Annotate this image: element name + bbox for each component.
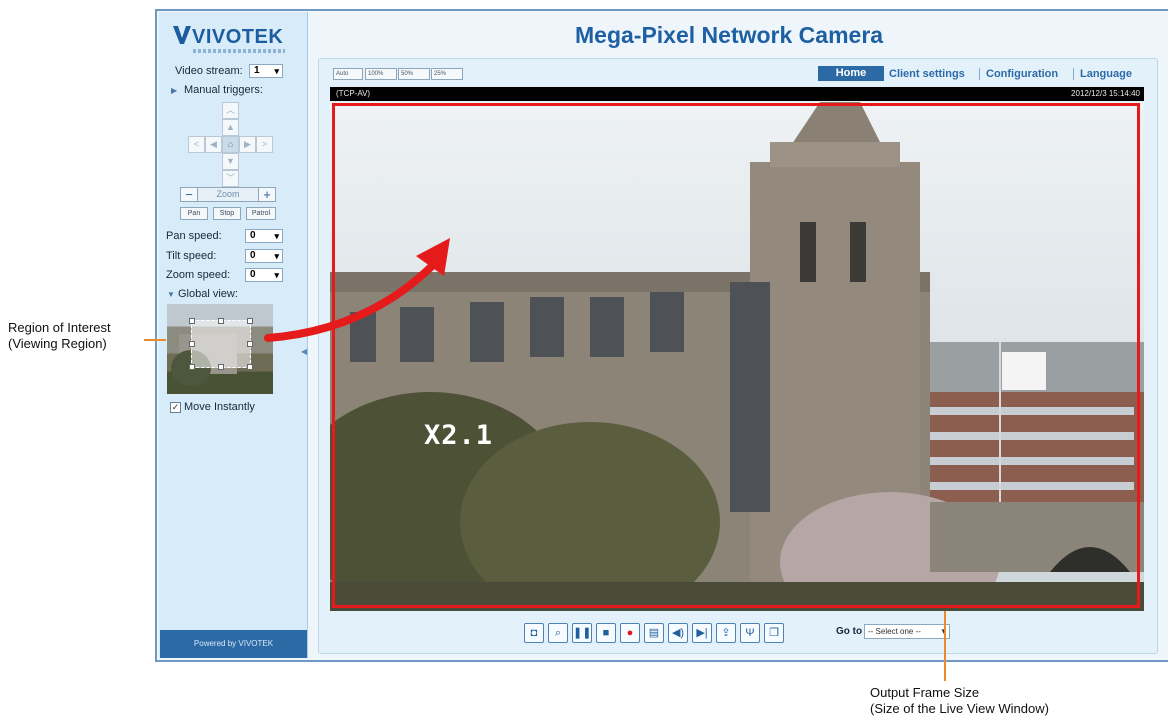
roi-annotation-title: Region of Interest	[8, 320, 111, 335]
roi-handle[interactable]	[189, 318, 195, 324]
microphone-icon[interactable]: Ψ	[740, 623, 760, 643]
roi-handle[interactable]	[218, 318, 224, 324]
home-position-button[interactable]: ⌂	[222, 136, 239, 153]
nav-home-tab[interactable]: Home	[818, 66, 884, 81]
logo-text: VIVOTEK	[192, 26, 284, 48]
pan-left-far-button[interactable]: <	[188, 136, 205, 153]
video-stream-label: Video stream:	[175, 65, 243, 77]
view-size-50-button[interactable]: 50%	[398, 68, 430, 80]
move-instantly-checkbox[interactable]: ✓	[170, 402, 181, 413]
zoom-in-button[interactable]: +	[258, 187, 276, 202]
pause-icon[interactable]: ❚❚	[572, 623, 592, 643]
pan-speed-label: Pan speed:	[166, 230, 222, 242]
region-of-interest-box[interactable]	[191, 320, 251, 368]
zoom-factor-label: X2.1	[424, 420, 494, 451]
mute-icon[interactable]: ◀)	[668, 623, 688, 643]
roi-handle[interactable]	[247, 341, 253, 347]
collapse-triangle-icon[interactable]: ▼	[167, 290, 175, 299]
fullscreen-icon[interactable]: ❐	[764, 623, 784, 643]
tilt-speed-label: Tilt speed:	[166, 250, 217, 262]
pan-left-button[interactable]: ◀	[205, 136, 222, 153]
patrol-button[interactable]: Patrol	[246, 207, 276, 220]
camera-icon[interactable]: ◘	[524, 623, 544, 643]
goto-preset-select[interactable]: -- Select one --	[864, 624, 950, 639]
pan-right-button[interactable]: ▶	[239, 136, 256, 153]
global-view-label[interactable]: Global view:	[178, 288, 238, 300]
output-frame-outline	[332, 103, 1140, 608]
move-instantly-label: Move Instantly	[184, 401, 255, 413]
output-leader-line	[944, 611, 946, 681]
logo-tagline	[193, 49, 285, 53]
pan-button[interactable]: Pan	[180, 207, 208, 220]
digital-zoom-icon[interactable]: ⌕	[548, 623, 568, 643]
stop-icon[interactable]: ■	[596, 623, 616, 643]
video-status-bar: (TCP-AV) 2012/12/3 15:14:40	[330, 87, 1144, 101]
global-view-thumbnail[interactable]	[167, 304, 273, 394]
zoom-out-button[interactable]: −	[180, 187, 198, 202]
output-annotation-subtitle: (Size of the Live View Window)	[870, 701, 1049, 716]
view-size-auto-button[interactable]: Auto	[333, 68, 363, 80]
roi-annotation-subtitle: (Viewing Region)	[8, 336, 107, 351]
roi-handle[interactable]	[247, 318, 253, 324]
nav-configuration-link[interactable]: Configuration	[986, 68, 1058, 80]
nav-client-settings-link[interactable]: Client settings	[889, 68, 965, 80]
video-stream-select[interactable]: 1	[249, 64, 283, 78]
roi-leader-line	[144, 339, 166, 341]
output-annotation-title: Output Frame Size	[870, 685, 980, 700]
volume-icon[interactable]: ▤	[644, 623, 664, 643]
stream-timestamp: 2012/12/3 15:14:40	[1071, 89, 1140, 98]
powered-by-footer: Powered by VIVOTEK	[160, 630, 307, 658]
talk-icon[interactable]: ▶|	[692, 623, 712, 643]
roi-handle[interactable]	[189, 341, 195, 347]
tilt-up-far-button[interactable]: ︿	[222, 102, 239, 119]
zoom-control: − Zoom +	[180, 187, 276, 202]
page-title: Mega-Pixel Network Camera	[575, 22, 884, 48]
roi-handle[interactable]	[247, 364, 253, 370]
view-size-25-button[interactable]: 25%	[431, 68, 463, 80]
zoom-label: Zoom	[198, 187, 258, 202]
upload-icon[interactable]: ⇪	[716, 623, 736, 643]
expand-triangle-icon[interactable]: ▶	[171, 86, 177, 95]
zoom-speed-label: Zoom speed:	[166, 269, 231, 281]
record-icon[interactable]: ●	[620, 623, 640, 643]
tilt-up-button[interactable]: ▲	[222, 119, 239, 136]
pan-right-far-button[interactable]: >	[256, 136, 273, 153]
roi-handle[interactable]	[189, 364, 195, 370]
tilt-down-button[interactable]: ▼	[222, 153, 239, 170]
tilt-down-far-button[interactable]: ﹀	[222, 170, 239, 187]
nav-divider	[1073, 68, 1074, 80]
nav-language-link[interactable]: Language	[1080, 68, 1132, 80]
logo-mark-icon	[173, 26, 191, 44]
nav-divider	[979, 68, 980, 80]
roi-handle[interactable]	[218, 364, 224, 370]
stop-button[interactable]: Stop	[213, 207, 241, 220]
stream-protocol: (TCP-AV)	[336, 89, 371, 98]
view-size-100-button[interactable]: 100%	[365, 68, 397, 80]
zoom-arrow-icon	[264, 238, 450, 342]
vivotek-logo[interactable]: VIVOTEK	[171, 18, 289, 53]
goto-label: Go to	[836, 626, 863, 637]
manual-triggers-link[interactable]: Manual triggers:	[184, 84, 263, 96]
